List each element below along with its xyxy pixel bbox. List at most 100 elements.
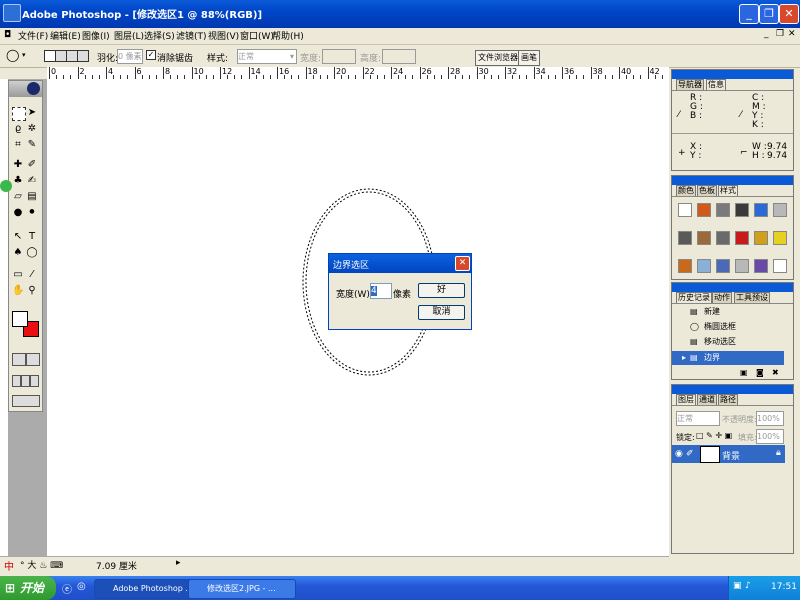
shape-tool-icon[interactable]: ◯ xyxy=(26,247,38,259)
close-button[interactable]: ✕ xyxy=(779,4,799,24)
eraser-tool-icon[interactable]: ▱ xyxy=(12,191,24,203)
lock-options-icon[interactable]: □ ✎ ✛ ▣ xyxy=(696,431,732,440)
tab-channels[interactable]: 通道 xyxy=(697,394,717,405)
restore-button[interactable]: ❐ xyxy=(759,4,779,24)
path-selection-icon[interactable]: ↖ xyxy=(12,231,24,243)
history-item[interactable]: ▤ 新建 xyxy=(672,305,784,319)
move-tool-icon[interactable]: ➤ xyxy=(26,107,38,119)
snapshot-icon[interactable]: ◙ xyxy=(756,368,764,377)
hand-tool-icon[interactable]: ✋ xyxy=(12,285,24,297)
media-quicklaunch-icon[interactable]: ◎ xyxy=(77,581,86,592)
style-swatch[interactable] xyxy=(773,259,787,273)
adobe-online-icon[interactable] xyxy=(27,82,40,95)
antialias-checkbox[interactable]: ✓ xyxy=(146,50,156,60)
intersect-selection-icon[interactable] xyxy=(77,50,89,62)
tab-info[interactable]: 信息 xyxy=(706,79,726,90)
standard-mode-icon[interactable] xyxy=(12,353,26,366)
style-swatch[interactable] xyxy=(735,259,749,273)
style-swatch[interactable] xyxy=(678,231,692,245)
task-image-viewer[interactable]: 修改选区2.JPG - ... xyxy=(188,579,296,599)
style-swatch[interactable] xyxy=(754,231,768,245)
minimize-button[interactable]: _ xyxy=(739,4,759,24)
ie-quicklaunch-icon[interactable]: ⓔ xyxy=(62,581,72,596)
history-item-selected[interactable]: ▸ ▤ 边界 xyxy=(672,351,784,365)
screen-mode-1-icon[interactable] xyxy=(12,375,21,387)
history-item[interactable]: ◯ 椭圆选框 xyxy=(672,320,784,334)
dodge-tool-icon[interactable]: ⚫ xyxy=(26,207,38,219)
brush-tool-icon[interactable]: ✐ xyxy=(26,159,38,171)
lasso-tool-icon[interactable]: ϱ xyxy=(12,123,24,135)
tool-preset-dropdown-icon[interactable]: ▾ xyxy=(22,51,26,59)
doc-close-icon[interactable]: ✕ xyxy=(788,29,796,39)
quick-mask-icon[interactable] xyxy=(26,353,40,366)
style-swatch[interactable] xyxy=(773,231,787,245)
style-swatch[interactable] xyxy=(697,203,711,217)
tab-file-browser[interactable]: 文件浏览器 xyxy=(475,50,521,66)
healing-brush-icon[interactable]: ✚ xyxy=(12,159,24,171)
status-arrow-icon[interactable]: ▸ xyxy=(176,558,181,568)
style-swatch[interactable] xyxy=(678,203,692,217)
layer-row-background[interactable]: ◉ ✐ 背景 🔒︎ xyxy=(672,445,785,463)
magic-wand-icon[interactable]: ✲ xyxy=(26,123,38,135)
menu-view[interactable]: 视图(V) xyxy=(208,29,239,42)
menu-file[interactable]: 文件(F) xyxy=(18,29,48,42)
tab-brushes[interactable]: 画笔 xyxy=(518,50,540,66)
tab-actions[interactable]: 动作 xyxy=(712,292,732,303)
style-swatch[interactable] xyxy=(754,203,768,217)
blend-mode-select[interactable]: 正常 xyxy=(676,411,720,426)
style-swatch[interactable] xyxy=(735,231,749,245)
clone-stamp-icon[interactable]: ♣ xyxy=(12,175,24,187)
tab-layers[interactable]: 图层 xyxy=(676,394,696,405)
style-select[interactable]: 正常 ▾ xyxy=(237,49,297,64)
tray-app-icon[interactable]: ▣ xyxy=(733,581,742,591)
style-swatch[interactable] xyxy=(716,203,730,217)
history-brush-icon[interactable]: ✍ xyxy=(26,175,38,187)
menu-image[interactable]: 图像(I) xyxy=(82,29,110,42)
doc-minimize-icon[interactable]: _ xyxy=(764,29,769,39)
style-swatch[interactable] xyxy=(716,231,730,245)
eyedropper-icon[interactable]: ⁄ xyxy=(26,269,38,281)
menu-edit[interactable]: 编辑(E) xyxy=(50,29,81,42)
document-menu-icon[interactable]: ◘ xyxy=(4,30,11,40)
menu-window[interactable]: 窗口(W) xyxy=(240,29,274,42)
foreground-color-swatch[interactable] xyxy=(12,311,28,327)
screen-mode-2-icon[interactable] xyxy=(21,375,30,387)
blur-tool-icon[interactable]: ● xyxy=(12,207,24,219)
tab-swatches[interactable]: 色板 xyxy=(697,185,717,196)
slice-tool-icon[interactable]: ✎ xyxy=(26,139,38,151)
tab-tool-presets[interactable]: 工具预设 xyxy=(734,292,770,303)
opacity-input[interactable]: 100% xyxy=(756,411,784,426)
height-input[interactable] xyxy=(382,49,416,64)
menu-help[interactable]: 帮助(H) xyxy=(272,29,304,42)
visibility-eye-icon[interactable]: ◉ xyxy=(675,449,683,459)
marquee-tool-icon[interactable] xyxy=(12,107,26,121)
ime-toolbar-icons[interactable]: ° 大 ♨ ⌨ xyxy=(20,558,63,571)
zoom-tool-icon[interactable]: ⚲ xyxy=(26,285,38,297)
cancel-button[interactable]: 取消 xyxy=(418,305,465,320)
gradient-tool-icon[interactable]: ▤ xyxy=(26,191,38,203)
ok-button[interactable]: 好 xyxy=(418,283,465,298)
dialog-close-button[interactable]: ✕ xyxy=(455,256,470,271)
pen-tool-icon[interactable]: ♠ xyxy=(12,247,24,259)
new-doc-from-state-icon[interactable]: ▣ xyxy=(740,368,748,377)
menu-filter[interactable]: 滤镜(T) xyxy=(176,29,207,42)
border-width-input[interactable]: 4 xyxy=(370,283,392,299)
jump-to-imageready-icon[interactable] xyxy=(12,395,40,407)
start-button[interactable]: ⊞ 开始 xyxy=(0,576,56,600)
style-swatch[interactable] xyxy=(735,203,749,217)
volume-icon[interactable]: ♪ xyxy=(745,581,751,591)
style-swatch[interactable] xyxy=(716,259,730,273)
notes-tool-icon[interactable]: ▭ xyxy=(12,269,24,281)
elliptical-marquee-tool-icon[interactable]: ◯ xyxy=(6,48,19,62)
fill-input[interactable]: 100% xyxy=(756,429,784,444)
tab-history[interactable]: 历史记录 xyxy=(676,292,712,303)
tab-styles[interactable]: 样式 xyxy=(718,185,738,196)
doc-restore-icon[interactable]: ❐ xyxy=(776,29,784,39)
feather-input[interactable]: 0 像素 xyxy=(117,49,143,64)
style-swatch[interactable] xyxy=(678,259,692,273)
menu-select[interactable]: 选择(S) xyxy=(144,29,175,42)
style-swatch[interactable] xyxy=(754,259,768,273)
style-swatch[interactable] xyxy=(697,259,711,273)
style-swatch[interactable] xyxy=(773,203,787,217)
tab-paths[interactable]: 路径 xyxy=(718,394,738,405)
